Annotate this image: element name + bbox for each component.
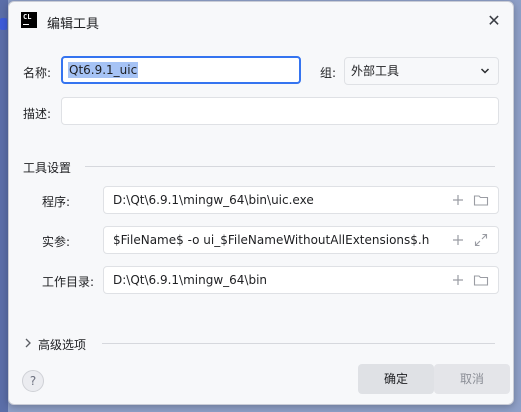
- cancel-button[interactable]: 取消: [434, 364, 510, 394]
- plus-icon[interactable]: [450, 232, 466, 248]
- group-label: 组:: [320, 66, 337, 80]
- program-label: 程序:: [42, 195, 71, 209]
- ok-button[interactable]: 确定: [358, 364, 434, 394]
- background-checkbox: [0, 18, 7, 30]
- description-input[interactable]: [61, 97, 499, 125]
- plus-icon[interactable]: [450, 272, 466, 288]
- expand-icon[interactable]: [473, 232, 489, 248]
- chevron-down-icon: [480, 68, 490, 74]
- help-button[interactable]: ?: [22, 370, 44, 392]
- edit-tool-dialog: CL 编辑工具 ✕ 名称: Qt6.9.1_uic 组: 外部工具 描述: 工具…: [8, 1, 514, 405]
- app-icon-text: CL: [23, 13, 32, 21]
- section-separator: [85, 166, 495, 167]
- name-input[interactable]: Qt6.9.1_uic: [61, 56, 301, 84]
- name-label: 名称:: [23, 66, 52, 80]
- dialog-title: 编辑工具: [47, 17, 100, 32]
- background-window-edge: [0, 0, 8, 412]
- close-button[interactable]: ✕: [483, 10, 505, 32]
- program-input[interactable]: D:\Qt\6.9.1\mingw_64\bin\uic.exe: [103, 186, 499, 214]
- clion-app-icon: CL: [21, 12, 37, 28]
- program-value: D:\Qt\6.9.1\mingw_64\bin\uic.exe: [113, 193, 314, 207]
- folder-icon[interactable]: [473, 192, 489, 208]
- title-bar: CL 编辑工具 ✕: [9, 2, 513, 40]
- group-value: 外部工具: [351, 64, 400, 78]
- plus-icon[interactable]: [450, 192, 466, 208]
- arguments-input[interactable]: $FileName$ -o ui_$FileNameWithoutAllExte…: [103, 226, 499, 254]
- description-label: 描述:: [23, 107, 52, 121]
- arguments-value: $FileName$ -o ui_$FileNameWithoutAllExte…: [113, 233, 430, 247]
- name-value: Qt6.9.1_uic: [68, 62, 139, 78]
- advanced-options-toggle[interactable]: 高级选项: [38, 336, 86, 353]
- group-select[interactable]: 外部工具: [344, 57, 499, 85]
- working-directory-input[interactable]: D:\Qt\6.9.1\mingw_64\bin: [103, 266, 499, 294]
- working-directory-label: 工作目录:: [42, 275, 95, 289]
- tool-settings-title: 工具设置: [23, 161, 72, 175]
- arguments-label: 实参:: [42, 235, 71, 249]
- chevron-right-icon[interactable]: [23, 337, 33, 349]
- advanced-separator: [102, 343, 495, 344]
- working-directory-value: D:\Qt\6.9.1\mingw_64\bin: [113, 273, 268, 287]
- folder-icon[interactable]: [473, 272, 489, 288]
